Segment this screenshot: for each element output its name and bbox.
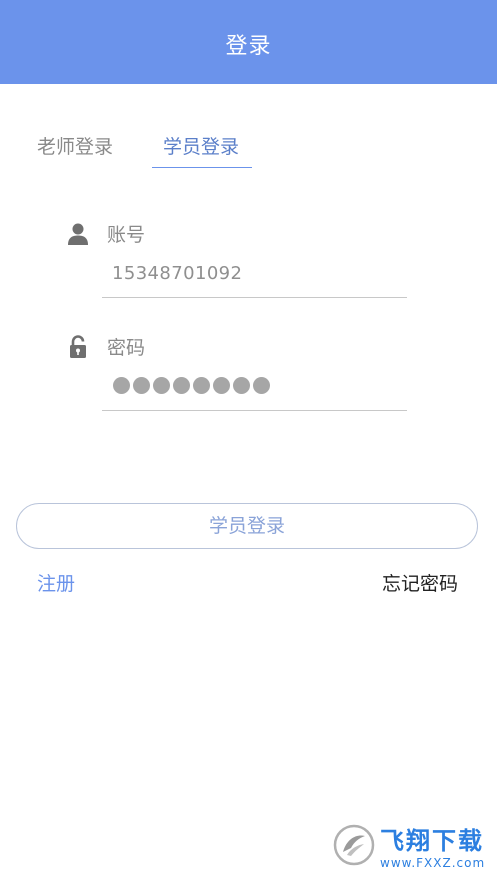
password-mask-dot	[133, 377, 150, 394]
app-header: 登录	[0, 0, 497, 84]
watermark-url: www.FXXZ.com	[380, 856, 486, 870]
active-tab-indicator	[152, 167, 252, 168]
user-icon	[68, 223, 88, 245]
account-underline	[102, 297, 407, 298]
password-mask-dot	[233, 377, 250, 394]
password-mask-dot	[113, 377, 130, 394]
unlock-icon	[70, 335, 86, 358]
watermark-title: 飞翔下载	[380, 827, 484, 855]
tab-teacher-login[interactable]: 老师登录	[37, 134, 113, 160]
password-mask-dot	[153, 377, 170, 394]
password-mask-dot	[173, 377, 190, 394]
forgot-password-link[interactable]: 忘记密码	[382, 571, 458, 597]
watermark-logo-icon	[333, 824, 375, 866]
password-mask-dot	[253, 377, 270, 394]
page-title: 登录	[225, 34, 272, 59]
account-label: 账号	[107, 224, 146, 246]
register-link[interactable]: 注册	[37, 571, 75, 597]
password-label: 密码	[107, 337, 146, 359]
watermark: 飞翔下载 www.FXXZ.com	[333, 824, 487, 876]
account-input[interactable]: 15348701092	[112, 262, 242, 286]
tab-student-login[interactable]: 学员登录	[163, 134, 239, 160]
password-mask-dot	[193, 377, 210, 394]
password-mask-dot	[213, 377, 230, 394]
password-underline	[102, 410, 407, 411]
student-login-button[interactable]: 学员登录	[16, 503, 478, 549]
password-input[interactable]	[113, 377, 270, 394]
